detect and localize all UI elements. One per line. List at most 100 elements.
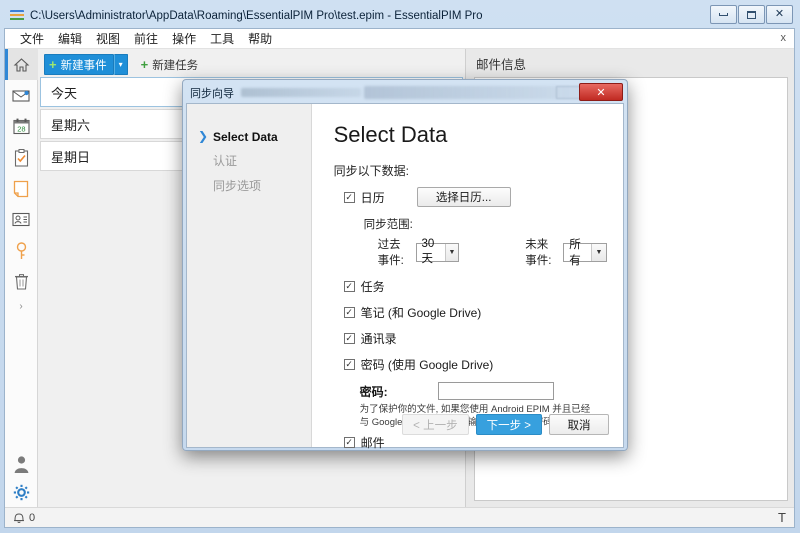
window-controls: ✕ [710,5,793,24]
new-event-dropdown-button[interactable]: ▾ [114,54,128,75]
menu-item-edit[interactable]: 编辑 [51,28,89,49]
next-button[interactable]: 下一步 > [476,414,542,435]
minimize-button[interactable] [710,5,737,24]
home-icon [13,57,30,73]
choose-calendars-button[interactable]: 选择日历... [417,187,511,207]
sidebar-item-contacts[interactable] [5,204,38,235]
notification-count: 0 [29,512,35,524]
contacts-icon [12,212,30,227]
user-account-icon[interactable] [13,455,30,474]
next-button-label: 下一步 > [487,417,531,433]
checkbox-row-mail[interactable]: 邮件 [344,434,607,451]
cancel-button[interactable]: 取消 [549,414,609,435]
menu-item-goto[interactable]: 前往 [127,28,165,49]
checkbox-notes[interactable] [344,307,355,318]
past-events-select[interactable]: 30 天 ▼ [416,243,460,262]
statusbar: 0 T [5,507,794,527]
checkbox-passwords-label: 密码 (使用 Google Drive) [361,356,494,373]
menubar: 文件 编辑 视图 前往 操作 工具 帮助 x [5,29,794,49]
wizard-step-authentication: 认证 [187,148,311,173]
list-item-label: 今天 [51,83,77,102]
navigation-rail: 28 [5,49,38,507]
sidebar-item-passwords[interactable] [5,235,38,266]
checkbox-row-calendar[interactable]: 日历 选择日历... [344,187,607,207]
key-icon [15,242,28,260]
menu-item-tools[interactable]: 工具 [203,28,241,49]
sidebar-item-tasks[interactable] [5,142,38,173]
sync-wizard-dialog: 同步向导 ✕ Select Data 认证 同步选项 Sele [182,79,628,451]
checkbox-row-contacts[interactable]: 通讯录 [344,330,607,347]
close-icon: ✕ [775,9,784,20]
future-events-label: 未来事件: [525,236,558,268]
sidebar-item-trash[interactable] [5,266,38,297]
plus-icon: + [49,57,57,72]
checkbox-mail[interactable] [344,437,355,448]
rail-expand-icon[interactable]: › [19,301,22,312]
chevron-down-icon: ▼ [591,244,606,261]
checkbox-passwords[interactable] [344,359,355,370]
notes-icon [13,180,29,198]
menu-item-actions[interactable]: 操作 [165,28,203,49]
list-item-label: 星期日 [51,147,90,166]
wizard-step-select-data[interactable]: Select Data [187,126,311,148]
dialog-close-button[interactable]: ✕ [579,83,623,101]
sidebar-item-notes[interactable] [5,173,38,204]
wizard-steps-sidebar: Select Data 认证 同步选项 [187,104,312,447]
back-button: < 上一步 [402,414,468,435]
password-input[interactable] [438,382,554,400]
past-events-label: 过去事件: [378,236,411,268]
chevron-down-icon: ▾ [119,60,123,69]
dialog-body: Select Data 认证 同步选项 Select Data 同步以下数据: … [186,103,624,448]
checkbox-tasks-label: 任务 [361,278,385,295]
text-mode-indicator[interactable]: T [778,510,786,525]
menu-item-file[interactable]: 文件 [13,28,51,49]
new-event-button[interactable]: + 新建事件 [44,54,114,75]
past-events-value: 30 天 [422,238,445,266]
sidebar-item-mail[interactable] [5,80,38,111]
notifications-area[interactable]: 0 [13,511,35,524]
future-events-select[interactable]: 所有 ▼ [563,243,607,262]
calendar-icon: 28 [13,118,30,135]
checkbox-calendar[interactable] [344,192,355,203]
cancel-button-label: 取消 [568,417,591,433]
wizard-step-label: 同步选项 [213,179,261,193]
future-events-value: 所有 [569,236,591,268]
checkbox-contacts[interactable] [344,333,355,344]
menubar-close-icon[interactable]: x [781,32,787,44]
new-task-label: 新建任务 [152,57,198,73]
new-task-button[interactable]: + 新建任务 [134,54,206,75]
wizard-content: Select Data 同步以下数据: 日历 选择日历... 同步范围: 过去事… [312,104,623,447]
list-toolbar: + 新建事件 ▾ + 新建任务 [38,49,465,77]
password-field-row: 密码: [360,382,607,400]
dialog-titlebar: 同步向导 ✕ [186,83,624,103]
dialog-footer: < 上一步 下一步 > 取消 [402,414,609,435]
mail-info-header: 邮件信息 [466,49,794,77]
window-titlebar: C:\Users\Administrator\AppData\Roaming\E… [4,4,795,28]
menu-item-view[interactable]: 视图 [89,28,127,49]
wizard-step-sync-options: 同步选项 [187,173,311,198]
sidebar-item-calendar[interactable]: 28 [5,111,38,142]
list-item-label: 星期六 [51,115,90,134]
checkbox-row-tasks[interactable]: 任务 [344,278,607,295]
maximize-button[interactable] [738,5,765,24]
app-logo-icon [10,10,24,22]
checkbox-row-notes[interactable]: 笔记 (和 Google Drive) [344,304,607,321]
checkbox-row-passwords[interactable]: 密码 (使用 Google Drive) [344,356,607,373]
svg-text:28: 28 [17,124,25,133]
sync-data-label: 同步以下数据: [334,162,607,179]
sidebar-item-home[interactable] [5,49,38,80]
checkbox-mail-label: 邮件 [361,434,385,451]
checkbox-tasks[interactable] [344,281,355,292]
sync-range-label: 同步范围: [364,216,607,232]
checkbox-calendar-label: 日历 [361,189,385,206]
password-field-label: 密码: [360,383,438,400]
bell-icon [13,511,25,524]
chevron-down-icon: ▼ [445,244,459,261]
gear-icon[interactable] [13,484,30,501]
sync-range-row: 过去事件: 30 天 ▼ 未来事件: 所有 ▼ [378,236,607,268]
wizard-step-label: 认证 [213,154,237,168]
new-event-label: 新建事件 [61,57,107,73]
wizard-step-label: Select Data [213,130,278,144]
menu-item-help[interactable]: 帮助 [241,28,279,49]
close-button[interactable]: ✕ [766,5,793,24]
